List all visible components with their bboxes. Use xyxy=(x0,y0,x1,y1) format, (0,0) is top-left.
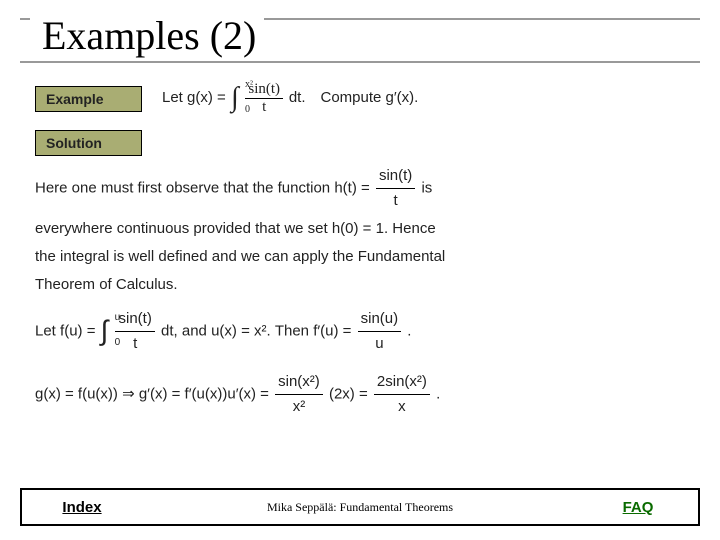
compute: Compute g′(x). xyxy=(321,89,419,106)
example-label-box: Example xyxy=(35,86,142,112)
mid: (2x) = xyxy=(329,385,372,402)
f-eq: f(u) = xyxy=(60,322,100,339)
chain: g(x) = f(u(x)) ⇒ g′(x) = f′(u(x))u′(x) = xyxy=(35,385,273,402)
fp-frac: sin(u) u xyxy=(358,307,402,356)
dot: . xyxy=(436,385,440,402)
problem-statement: Let g(x) = ∫ x² 0 sin(t) t dt. Compute g… xyxy=(162,81,418,116)
int-lower: 0 xyxy=(245,106,250,114)
den: t xyxy=(376,189,415,213)
txt: Here one must first observe that the fun… xyxy=(35,179,334,196)
ux: u(x) = x². xyxy=(211,322,271,339)
solution-label-box: Solution xyxy=(35,130,142,156)
solution-label-row: Solution xyxy=(35,130,685,156)
h0: h(0) = 1. xyxy=(332,220,388,237)
den: u xyxy=(358,332,402,356)
gx: g(x) = xyxy=(187,89,230,106)
fprime: f′(u) = xyxy=(313,322,355,339)
example-row: Example Let g(x) = ∫ x² 0 sin(t) t dt. C… xyxy=(35,81,685,116)
res-frac-2: 2sin(x²) x xyxy=(374,370,430,419)
int-upper: x² xyxy=(245,81,253,89)
footer-bar: Index Mika Seppälä: Fundamental Theorems… xyxy=(20,488,700,526)
f-frac: sin(t) t xyxy=(115,307,154,356)
slide-content: Example Let g(x) = ∫ x² 0 sin(t) t dt. C… xyxy=(0,63,720,419)
txt: Let xyxy=(35,322,60,339)
den: x² xyxy=(275,395,323,419)
num: sin(u) xyxy=(358,307,402,332)
dt: dt, xyxy=(161,322,178,339)
solution-line-4: Theorem of Calculus. xyxy=(35,273,685,297)
num: sin(t) xyxy=(376,164,415,189)
den: t xyxy=(245,99,283,116)
txt: everywhere continuous provided that we s… xyxy=(35,220,332,237)
dt: dt. xyxy=(289,89,306,106)
solution-line-1: Here one must first observe that the fun… xyxy=(35,164,685,213)
txt: Then xyxy=(275,322,313,339)
solution-line-5: Let f(u) = ∫ u 0 sin(t) t dt, and u(x) =… xyxy=(35,307,685,356)
index-link[interactable]: Index xyxy=(22,490,142,524)
integral-sign: ∫ u 0 xyxy=(101,320,109,342)
den: t xyxy=(115,332,154,356)
int-upper: u xyxy=(115,314,121,322)
res-frac-1: sin(x²) x² xyxy=(275,370,323,419)
solution-line-6: g(x) = f(u(x)) ⇒ g′(x) = f′(u(x))u′(x) =… xyxy=(35,370,685,419)
int-lower: 0 xyxy=(115,339,121,347)
h-frac: sin(t) t xyxy=(376,164,415,213)
num: sin(t) xyxy=(115,307,154,332)
num: 2sin(x²) xyxy=(374,370,430,395)
faq-link[interactable]: FAQ xyxy=(578,490,698,524)
num: sin(x²) xyxy=(275,370,323,395)
h-eq: h(t) = xyxy=(334,179,374,196)
txt: Hence xyxy=(392,220,435,237)
txt: Let xyxy=(162,89,187,106)
dot: . xyxy=(407,322,411,339)
den: x xyxy=(374,395,430,419)
txt: is xyxy=(421,179,432,196)
integral-sign: ∫ x² 0 xyxy=(231,87,239,109)
slide-title: Examples (2) xyxy=(30,12,264,59)
txt: and xyxy=(182,322,211,339)
footer-author: Mika Seppälä: Fundamental Theorems xyxy=(142,490,578,524)
solution-line-2: everywhere continuous provided that we s… xyxy=(35,217,685,241)
solution-line-3: the integral is well defined and we can … xyxy=(35,245,685,269)
slide-title-block: Examples (2) xyxy=(20,0,700,63)
